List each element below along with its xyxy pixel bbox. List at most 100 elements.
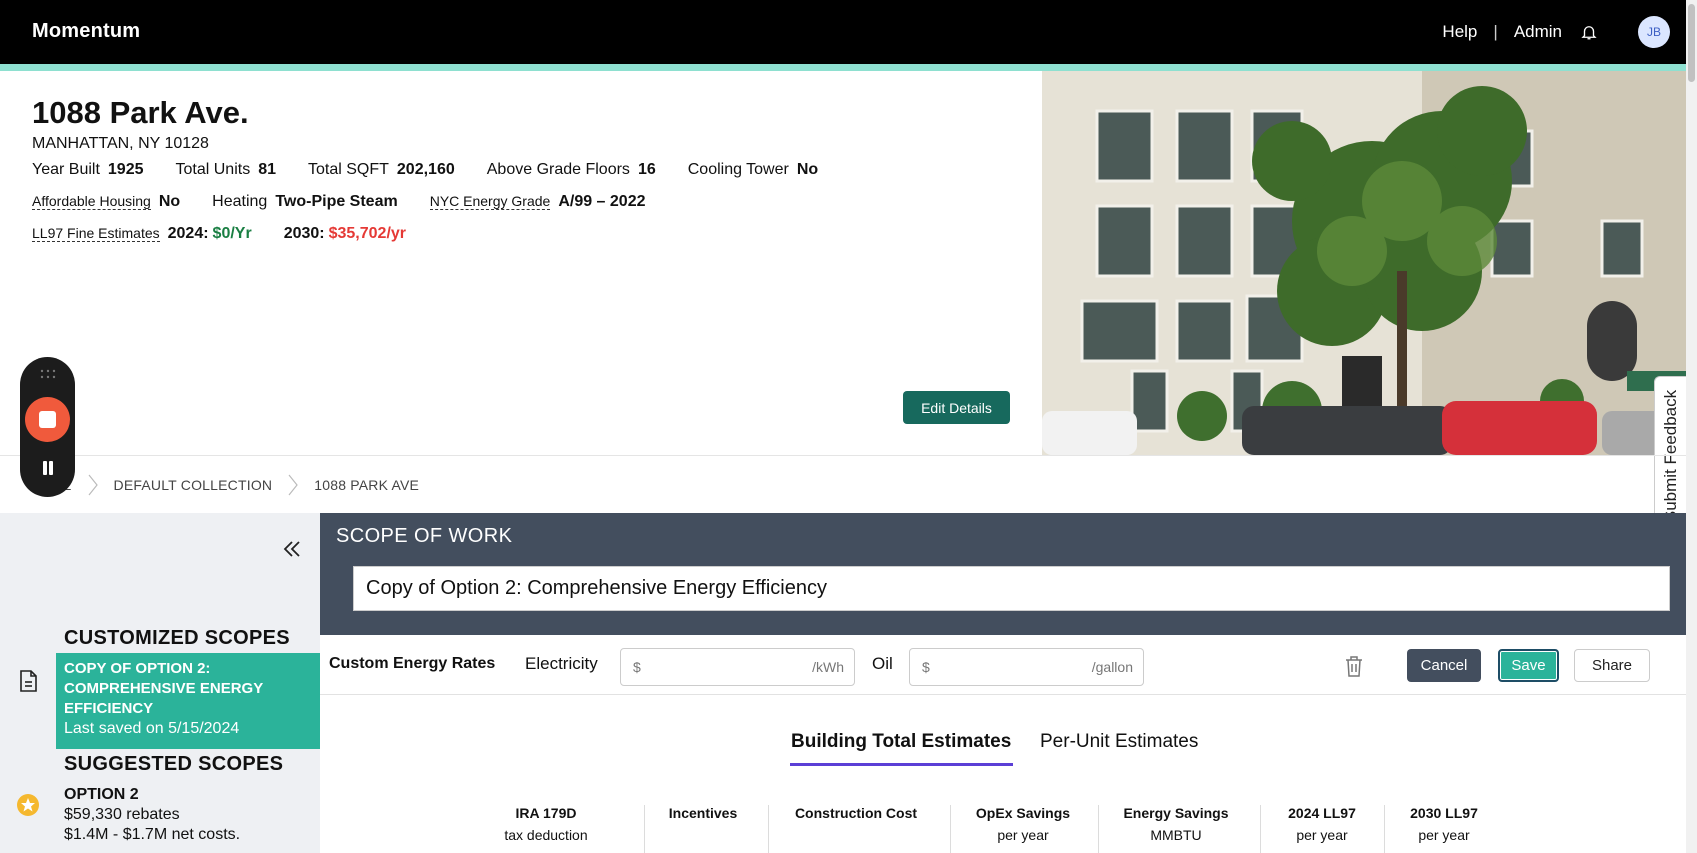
- estimates-metrics-header: IRA 179D tax deduction Incentives Constr…: [320, 805, 1686, 853]
- scope-name-input[interactable]: [353, 566, 1670, 611]
- building-summary: 1088 Park Ave. MANHATTAN, NY 10128 Year …: [0, 71, 1042, 455]
- brand-logo[interactable]: Momentum: [32, 20, 140, 43]
- top-nav-links: Help | Admin JB: [1442, 0, 1686, 64]
- breadcrumb-building[interactable]: 1088 PARK AVE: [314, 477, 419, 493]
- fine-2030-label: 2030:: [283, 225, 325, 242]
- electricity-rate-input[interactable]: $ /kWh: [620, 648, 855, 686]
- tab-building-total-estimates[interactable]: Building Total Estimates: [789, 731, 1014, 766]
- building-photo: [1042, 71, 1686, 455]
- above-grade-floors-label: Above Grade Floors: [486, 161, 630, 178]
- drag-handle-icon[interactable]: [40, 369, 56, 379]
- admin-link[interactable]: Admin: [1514, 22, 1562, 42]
- trash-icon[interactable]: [1344, 655, 1364, 677]
- custom-energy-rates-bar: Custom Energy Rates Electricity $ /kWh O…: [320, 635, 1686, 695]
- save-button[interactable]: Save: [1498, 649, 1559, 682]
- document-icon: [20, 670, 37, 692]
- nav-separator: |: [1493, 22, 1498, 41]
- fine-2024-label: 2024:: [167, 225, 209, 242]
- metric-incentives: Incentives: [660, 805, 746, 827]
- option-name: OPTION 2: [64, 786, 139, 803]
- metric-subtitle: per year: [1418, 827, 1470, 843]
- electricity-label: Electricity: [525, 654, 598, 673]
- customized-scope-card[interactable]: COPY OF OPTION 2: COMPREHENSIVE ENERGY E…: [56, 653, 320, 749]
- customized-scope-saved: Last saved on 5/15/2024: [64, 720, 240, 737]
- collapse-sidebar-icon[interactable]: [280, 537, 304, 561]
- breadcrumb: E DEFAULT COLLECTION 1088 PARK AVE: [0, 455, 1686, 513]
- metric-divider: [768, 805, 769, 853]
- fine-2030-value: $35,702/yr: [328, 225, 407, 242]
- metric-2024-ll97: 2024 LL97 per year: [1278, 805, 1366, 843]
- metric-title: IRA 179D: [515, 805, 577, 821]
- above-grade-floors-value: 16: [637, 161, 656, 178]
- scrollbar-thumb[interactable]: [1688, 4, 1695, 82]
- option-rebates: $59,330 rebates: [64, 806, 180, 823]
- metric-ira-179d: IRA 179D tax deduction: [488, 805, 604, 843]
- estimate-tabs: Building Total Estimates Per-Unit Estima…: [320, 695, 1686, 767]
- metric-title: Incentives: [668, 805, 738, 821]
- top-nav-bar: Momentum Help | Admin JB: [0, 0, 1686, 64]
- edit-details-button[interactable]: Edit Details: [903, 391, 1010, 424]
- building-photo-illustration: [1042, 71, 1686, 455]
- oil-rate-input[interactable]: $ /gallon: [909, 648, 1144, 686]
- user-avatar[interactable]: JB: [1638, 16, 1670, 48]
- cancel-button[interactable]: Cancel: [1407, 649, 1481, 682]
- customized-scopes-heading: CUSTOMIZED SCOPES: [64, 627, 290, 649]
- custom-energy-rates-title: Custom Energy Rates: [329, 655, 496, 672]
- header-accent-line: [0, 64, 1686, 71]
- metric-title: Energy Savings: [1123, 805, 1229, 821]
- metric-title: Construction Cost: [794, 805, 918, 821]
- total-units-label: Total Units: [175, 161, 251, 178]
- affordable-housing-value: No: [158, 193, 181, 210]
- metric-divider: [1260, 805, 1261, 853]
- year-built-label: Year Built: [32, 161, 100, 178]
- customized-scope-name: COPY OF OPTION 2: COMPREHENSIVE ENERGY E…: [64, 660, 263, 717]
- oil-suffix: /gallon: [1091, 659, 1133, 675]
- metric-subtitle: per year: [1296, 827, 1348, 843]
- bell-icon[interactable]: [1580, 23, 1598, 41]
- building-attributes-row-2: Affordable Housing No Heating Two-Pipe S…: [32, 193, 678, 211]
- ll97-fines-row: LL97 Fine Estimates 2024: $0/Yr 2030: $3…: [32, 225, 438, 243]
- building-address: MANHATTAN, NY 10128: [32, 135, 209, 152]
- metric-title: 2030 LL97: [1410, 805, 1478, 821]
- heating-value: Two-Pipe Steam: [275, 193, 398, 210]
- suggested-scopes-heading: SUGGESTED SCOPES: [64, 753, 284, 775]
- breadcrumb-collection[interactable]: DEFAULT COLLECTION: [114, 477, 273, 493]
- metric-opex-savings: OpEx Savings per year: [968, 805, 1078, 843]
- ll97-fines-label[interactable]: LL97 Fine Estimates: [32, 225, 160, 242]
- tab-per-unit-estimates[interactable]: Per-Unit Estimates: [1040, 731, 1198, 753]
- help-link[interactable]: Help: [1442, 22, 1477, 42]
- star-icon: [17, 794, 39, 816]
- pause-icon[interactable]: [41, 461, 55, 475]
- affordable-housing-label[interactable]: Affordable Housing: [32, 193, 151, 210]
- year-built-value: 1925: [107, 161, 144, 178]
- suggested-scope-option[interactable]: OPTION 2 $59,330 rebates $1.4M - $1.7M n…: [64, 785, 240, 845]
- chevron-right-icon: [288, 474, 299, 495]
- building-title: 1088 Park Ave.: [32, 95, 249, 130]
- share-button[interactable]: Share: [1574, 649, 1650, 682]
- metric-subtitle: per year: [997, 827, 1049, 843]
- page-scrollbar[interactable]: [1686, 0, 1697, 853]
- energy-grade-value: A/99 – 2022: [558, 193, 646, 210]
- metric-divider: [1384, 805, 1385, 853]
- metric-title: OpEx Savings: [975, 805, 1071, 821]
- metric-divider: [1098, 805, 1099, 853]
- metric-subtitle: tax deduction: [504, 827, 588, 843]
- heating-label: Heating: [212, 193, 268, 210]
- oil-label: Oil: [872, 654, 893, 673]
- energy-grade-label[interactable]: NYC Energy Grade: [429, 193, 551, 210]
- total-sqft-label: Total SQFT: [308, 161, 389, 178]
- cooling-tower-value: No: [796, 161, 819, 178]
- scope-of-work-panel: SCOPE OF WORK: [320, 513, 1686, 635]
- electricity-prefix: $: [633, 659, 641, 675]
- chevron-right-icon: [88, 474, 98, 495]
- total-sqft-value: 202,160: [396, 161, 455, 178]
- metric-2030-ll97: 2030 LL97 per year: [1400, 805, 1488, 843]
- metric-divider: [950, 805, 951, 853]
- stop-recording-button[interactable]: [25, 397, 70, 442]
- metric-subtitle: MMBTU: [1150, 827, 1202, 843]
- metric-energy-savings: Energy Savings MMBTU: [1116, 805, 1236, 843]
- metric-title: 2024 LL97: [1288, 805, 1356, 821]
- scopes-sidebar: CUSTOMIZED SCOPES COPY OF OPTION 2: COMP…: [0, 513, 320, 853]
- fine-2024-value: $0/Yr: [212, 225, 252, 242]
- oil-prefix: $: [922, 659, 930, 675]
